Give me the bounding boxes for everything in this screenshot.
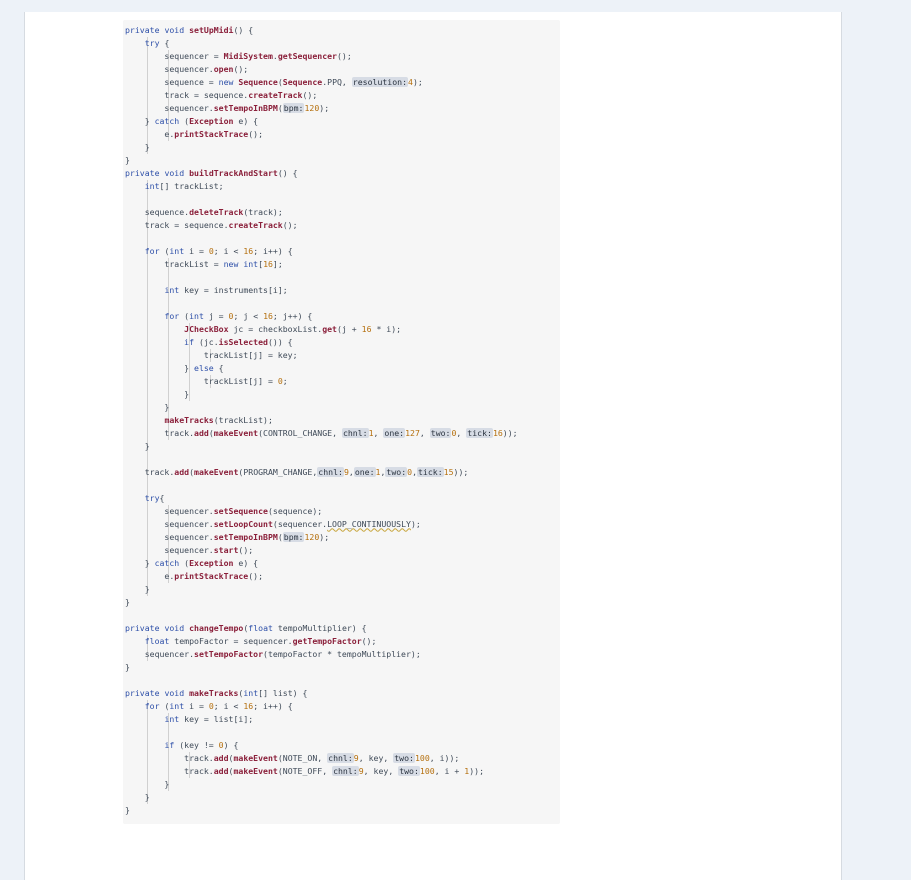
code-line: } (125, 154, 130, 165)
code-line: } (125, 141, 150, 152)
code-line: int key = list[i]; (164, 713, 254, 724)
code-line: } catch (Exception e) { (125, 115, 259, 126)
code-line: int[] trackList; (144, 180, 224, 191)
code-line: } (125, 401, 170, 412)
code-line: e.printStackTrace(); (125, 128, 264, 139)
code-line: trackList[j] = 0; (125, 375, 288, 386)
code-line: private void setUpMidi() { (125, 24, 254, 35)
code-line: try { (144, 37, 170, 48)
code-line: try{ (144, 492, 165, 503)
code-line: makeTracks(trackList); (164, 414, 273, 425)
code-line: e.printStackTrace(); (125, 570, 264, 581)
code-line: track.add(makeEvent(NOTE_OFF, chnl:9, ke… (125, 765, 485, 776)
code-line: track.add(makeEvent(CONTROL_CHANGE, chnl… (125, 427, 518, 438)
code-line: private void buildTrackAndStart() { (125, 167, 298, 178)
code-line: float tempoFactor = sequencer.getTempoFa… (144, 635, 377, 646)
code-line: } (125, 661, 130, 672)
code-line: for (int j = 0; j < 16; j++) { (164, 310, 313, 321)
code-line: } (125, 791, 150, 802)
code-block[interactable]: private void setUpMidi() { try { sequenc… (123, 20, 560, 824)
code-line: JCheckBox jc = checkboxList.get(j + 16 *… (184, 323, 402, 334)
code-line: private void changeTempo(float tempoMult… (125, 622, 367, 633)
code-line: sequence.deleteTrack(track); (125, 206, 283, 217)
code-line: } catch (Exception e) { (125, 557, 259, 568)
code-line: sequencer.setLoopCount(sequencer.LOOP_CO… (125, 518, 421, 529)
code-line: trackList[j] = key; (125, 349, 298, 360)
code-line: for (int i = 0; i < 16; i++) { (144, 245, 293, 256)
code-line: sequencer.setTempoInBPM(bpm:120); (125, 531, 330, 542)
code-line: sequencer.setTempoInBPM(bpm:120); (125, 102, 330, 113)
code-line: for (int i = 0; i < 16; i++) { (144, 700, 293, 711)
document-page: private void setUpMidi() { try { sequenc… (24, 12, 842, 880)
code-line: sequencer = MidiSystem.getSequencer(); (125, 50, 352, 61)
code-line: } (125, 388, 190, 399)
code-line: } else { (125, 362, 224, 373)
code-line: } (125, 440, 150, 451)
code-line: sequencer.open(); (125, 63, 249, 74)
code-line: sequencer.setTempoFactor(tempoFactor * t… (125, 648, 421, 659)
code-line: trackList = new int[16]; (125, 258, 283, 269)
code-line: if (jc.isSelected()) { (184, 336, 293, 347)
code-line: if (key != 0) { (164, 739, 239, 750)
code-line: track.add(makeEvent(PROGRAM_CHANGE,chnl:… (125, 466, 469, 477)
code-line: sequencer.setSequence(sequence); (125, 505, 323, 516)
code-line: } (125, 804, 130, 815)
code-line: int key = instruments[i]; (164, 284, 288, 295)
code-line: track = sequence.createTrack(); (125, 219, 298, 230)
code-line: } (125, 583, 150, 594)
code-line: sequence = new Sequence(Sequence.PPQ, re… (125, 76, 423, 87)
code-line: sequencer.start(); (125, 544, 254, 555)
code-line: track.add(makeEvent(NOTE_ON, chnl:9, key… (125, 752, 460, 763)
code-line: private void makeTracks(int[] list) { (125, 687, 308, 698)
code-line: track = sequence.createTrack(); (125, 89, 318, 100)
code-line: } (125, 596, 130, 607)
code-line: } (125, 778, 170, 789)
